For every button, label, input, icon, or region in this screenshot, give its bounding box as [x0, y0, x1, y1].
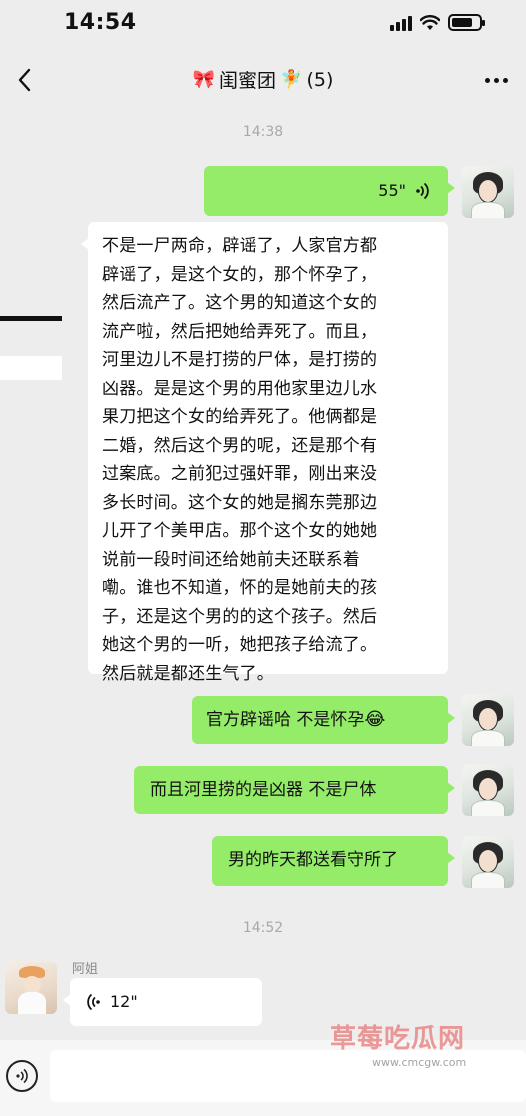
- voice-message-bubble[interactable]: 12": [63, 978, 262, 1026]
- more-options-button[interactable]: [485, 68, 508, 92]
- fairy-icon: 🧚: [280, 69, 303, 90]
- divider: [0, 316, 62, 321]
- status-icons: [390, 14, 485, 31]
- battery-icon: [448, 14, 485, 31]
- dot-icon: [494, 77, 499, 83]
- my-avatar[interactable]: [462, 694, 514, 746]
- voice-duration: 12": [110, 992, 138, 1011]
- my-avatar[interactable]: [462, 836, 514, 888]
- laughing-emoji-icon: 😂: [364, 709, 386, 730]
- divider: [0, 356, 62, 380]
- message-text: 官方辟谣哈 不是怀孕: [206, 710, 365, 730]
- battery-level: [452, 18, 472, 27]
- text-message-bubble[interactable]: 男的昨天都送看守所了: [212, 836, 455, 886]
- timestamp: 14:38: [242, 124, 284, 140]
- voice-duration: 55": [378, 181, 406, 200]
- watermark: 草莓吃瓜网: [330, 1024, 466, 1054]
- sender-avatar[interactable]: [5, 962, 57, 1014]
- voice-wave-icon: [87, 993, 100, 1011]
- voice-message-bubble[interactable]: 55": [204, 166, 455, 216]
- my-avatar[interactable]: [462, 166, 514, 218]
- voice-wave-icon: [16, 1068, 28, 1084]
- chat-header: 🎀 闺蜜团 🧚 (5): [0, 52, 526, 108]
- signal-icon: [390, 15, 412, 31]
- wifi-icon: [420, 14, 440, 30]
- text-message-bubble[interactable]: 不是一尸两命，辟谣了，人家官方都 辟谣了，是这个女的，那个怀孕了， 然后流产了。…: [81, 222, 448, 684]
- group-name: 闺蜜团: [219, 70, 277, 92]
- chat-title: 🎀 闺蜜团 🧚 (5): [0, 66, 526, 93]
- my-avatar[interactable]: [462, 764, 514, 816]
- text-message-bubble[interactable]: 而且河里捞的是凶器 不是尸体: [134, 766, 455, 814]
- dot-icon: [503, 77, 508, 83]
- status-time: 14:54: [64, 10, 137, 35]
- message-text: 男的昨天都送看守所了: [228, 850, 398, 870]
- member-count: (5): [306, 68, 334, 91]
- ribbon-icon: 🎀: [192, 69, 216, 90]
- message-text: 而且河里捞的是凶器 不是尸体: [150, 780, 377, 800]
- text-message-bubble[interactable]: 官方辟谣哈 不是怀孕😂: [192, 696, 455, 744]
- watermark-url: www.cmcgw.com: [372, 1056, 467, 1069]
- dot-icon: [485, 77, 490, 83]
- voice-input-button[interactable]: [6, 1060, 38, 1092]
- voice-wave-icon: [416, 182, 429, 200]
- sender-name: 阿姐: [72, 962, 99, 977]
- timestamp: 14:52: [242, 920, 284, 936]
- status-bar: 14:54: [0, 0, 526, 48]
